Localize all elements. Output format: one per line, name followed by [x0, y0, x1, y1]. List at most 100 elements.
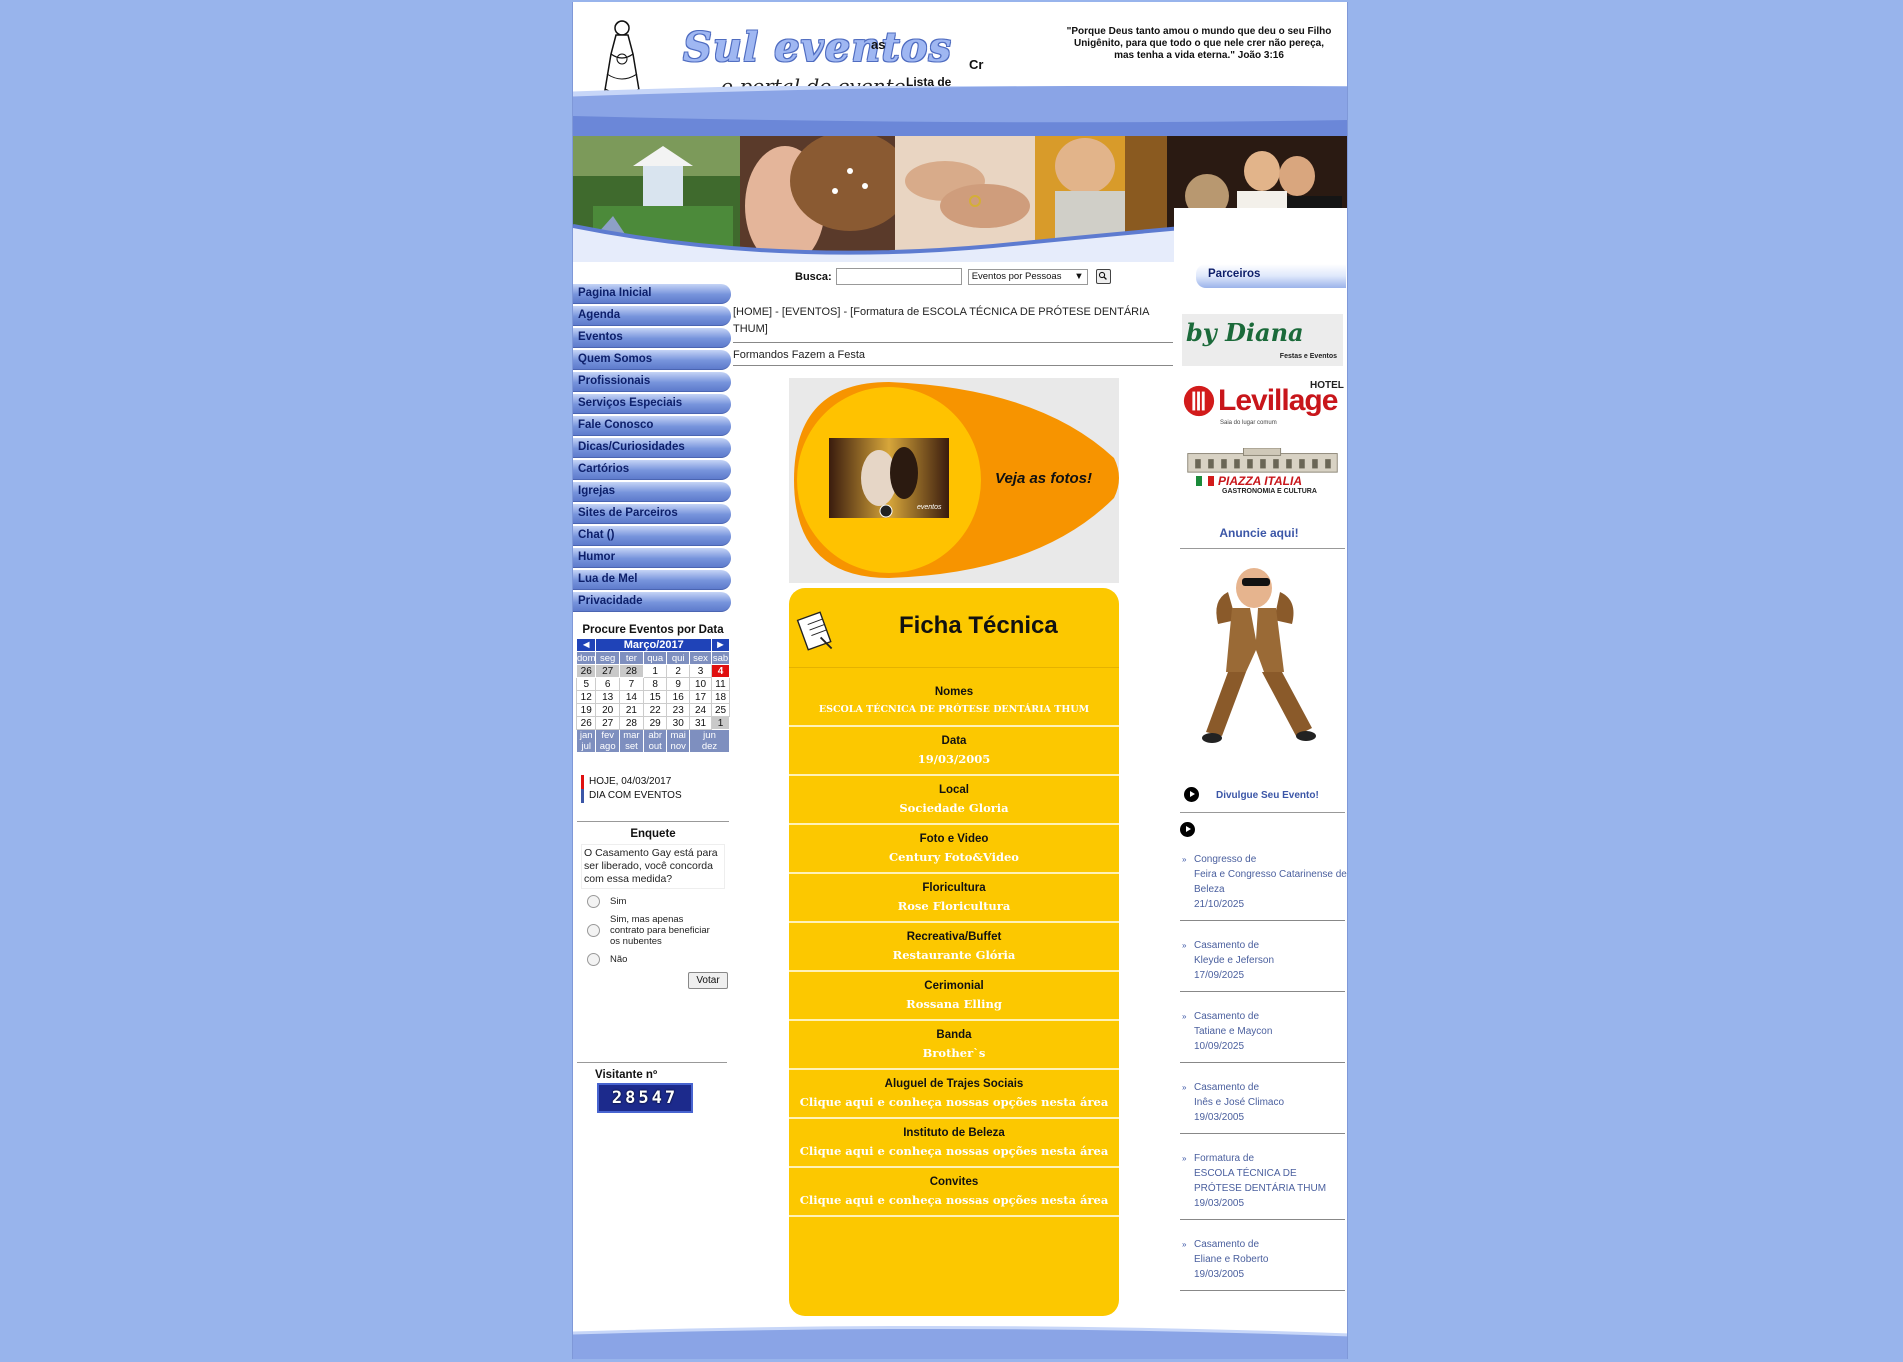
technical-field-value[interactable]: Rose Floricultura — [789, 897, 1119, 915]
calendar-day[interactable]: 19 — [575, 703, 597, 717]
month-link-bottom[interactable]: out — [644, 741, 666, 752]
breadcrumb-home[interactable]: [HOME] — [733, 306, 772, 318]
calendar-day[interactable]: 27 — [595, 716, 620, 730]
vote-button[interactable]: Votar — [688, 972, 728, 989]
calendar-next-icon[interactable]: ► — [711, 638, 730, 652]
recent-event-link[interactable]: Casamento de Inês e José Climaco 19/03/200… — [1194, 1080, 1347, 1125]
recent-event-item[interactable]: » Formatura de ESCOLA TÉCNICA DE PRÓTESE D… — [1182, 1151, 1347, 1211]
calendar-day[interactable]: 18 — [711, 690, 730, 704]
nav-item-humor[interactable]: Humor — [573, 548, 731, 568]
technical-field-value[interactable]: Clique aqui e conheça nossas opções nest… — [789, 1093, 1119, 1111]
calendar-day[interactable]: 9 — [666, 677, 691, 691]
calendar-day[interactable]: 21 — [618, 703, 644, 717]
calendar-day[interactable]: 1 — [711, 716, 730, 730]
month-link-top[interactable]: mar — [620, 730, 643, 741]
play-icon[interactable] — [1180, 822, 1195, 837]
calendar-day[interactable]: 5 — [575, 677, 597, 691]
calendar-day[interactable]: 7 — [618, 677, 644, 691]
radio-button[interactable] — [587, 895, 600, 908]
ad-piazza-italia[interactable]: PIAZZA ITALIA GASTRONOMIA E CULTURA — [1182, 448, 1343, 500]
recent-event-link[interactable]: Congresso de Feira e Congresso Catarinens… — [1194, 852, 1347, 912]
ad-by-diana[interactable]: by Diana Festas e Eventos — [1182, 314, 1343, 366]
calendar-day[interactable]: 26 — [575, 716, 597, 730]
technical-field-value[interactable]: Rossana Elling — [789, 995, 1119, 1013]
calendar-month-link[interactable]: mai nov — [666, 729, 691, 753]
month-link-top[interactable]: fev — [596, 730, 618, 741]
calendar-day[interactable]: 15 — [642, 690, 668, 704]
calendar-prev-icon[interactable]: ◄ — [575, 638, 597, 652]
calendar-day[interactable]: 17 — [689, 690, 712, 704]
technical-field-value[interactable]: Brother`s — [789, 1044, 1119, 1062]
site-logo[interactable]: Sul eventos — [683, 24, 952, 71]
calendar-month-link[interactable]: abr out — [642, 729, 668, 753]
month-link-bottom[interactable]: dez — [690, 741, 729, 752]
nav-item-dicas-curiosidades[interactable]: Dicas/Curiosidades — [573, 438, 731, 458]
technical-field-value[interactable]: Restaurante Glória — [789, 946, 1119, 964]
technical-field-value[interactable]: 19/03/2005 — [789, 750, 1119, 768]
advertise-link[interactable]: Anuncie aqui! — [1174, 526, 1344, 540]
month-link-top[interactable]: jun — [690, 730, 729, 741]
month-link-bottom[interactable]: set — [620, 741, 643, 752]
poll-option[interactable]: Não — [587, 953, 729, 966]
calendar-day[interactable]: 31 — [689, 716, 712, 730]
month-link-bottom[interactable]: nov — [667, 741, 689, 752]
radio-button[interactable] — [587, 924, 600, 937]
nav-item-quem-somos[interactable]: Quem Somos — [573, 350, 731, 370]
nav-item-chat[interactable]: Chat () — [573, 526, 731, 546]
technical-field-value[interactable]: Century Foto&Video — [789, 848, 1119, 866]
radio-button[interactable] — [587, 953, 600, 966]
month-link-top[interactable]: abr — [644, 730, 666, 741]
calendar-day[interactable]: 13 — [595, 690, 620, 704]
calendar-day[interactable]: 28 — [618, 716, 644, 730]
technical-field-value[interactable]: ESCOLA TÉCNICA DE PRÓTESE DENTÁRIA THUM — [789, 701, 1119, 719]
calendar-day[interactable]: 14 — [618, 690, 644, 704]
recent-event-link[interactable]: Casamento de Tatiane e Maycon 10/09/2025 — [1194, 1009, 1347, 1054]
breadcrumb-events[interactable]: [EVENTOS] — [782, 306, 840, 318]
promote-event-link[interactable]: Divulgue Seu Evento! — [1216, 790, 1319, 801]
recent-event-item[interactable]: » Congresso de Feira e Congresso Catarinen… — [1182, 852, 1347, 912]
nav-item-igrejas[interactable]: Igrejas — [573, 482, 731, 502]
calendar-day[interactable]: 28 — [618, 664, 644, 678]
calendar-day[interactable]: 12 — [575, 690, 597, 704]
ad-levillage[interactable]: HOTEL Levillage Saia do lugar comum — [1182, 378, 1344, 434]
calendar-day[interactable]: 24 — [689, 703, 712, 717]
calendar-day[interactable]: 20 — [595, 703, 620, 717]
recent-event-item[interactable]: » Casamento de Inês e José Climaco 19/03/20… — [1182, 1080, 1347, 1125]
nav-item-privacidade[interactable]: Privacidade — [573, 592, 731, 612]
calendar-month-link[interactable]: mar set — [618, 729, 644, 753]
calendar-day[interactable]: 25 — [711, 703, 730, 717]
search-input[interactable] — [835, 268, 962, 285]
recent-event-link[interactable]: Formatura de ESCOLA TÉCNICA DE PRÓTESE DE… — [1194, 1151, 1347, 1211]
calendar-day[interactable]: 1 — [642, 664, 668, 678]
recent-event-link[interactable]: Casamento de Eliane e Roberto 19/03/2005 — [1194, 1237, 1347, 1282]
nav-item-cart-rios[interactable]: Cartórios — [573, 460, 731, 480]
calendar-month-link[interactable]: fev ago — [595, 729, 620, 753]
calendar-day[interactable]: 30 — [666, 716, 691, 730]
month-link-top[interactable]: jan — [577, 730, 595, 741]
calendar-day[interactable]: 27 — [595, 664, 620, 678]
recent-event-item[interactable]: » Casamento de Kleyde e Jeferson 17/09/2025 — [1182, 938, 1347, 983]
month-link-top[interactable]: mai — [667, 730, 689, 741]
calendar-day[interactable]: 11 — [711, 677, 730, 691]
nav-item-fale-conosco[interactable]: Fale Conosco — [573, 416, 731, 436]
nav-item-eventos[interactable]: Eventos — [573, 328, 731, 348]
search-type-select[interactable]: Eventos por Pessoas ▼ — [967, 268, 1088, 285]
technical-field-value[interactable]: Sociedade Gloria — [789, 799, 1119, 817]
calendar-day[interactable]: 22 — [642, 703, 668, 717]
month-link-bottom[interactable]: ago — [596, 741, 618, 752]
calendar-day[interactable]: 8 — [642, 677, 668, 691]
technical-field-value[interactable]: Clique aqui e conheça nossas opções nest… — [789, 1191, 1119, 1209]
nav-item-lua-de-mel[interactable]: Lua de Mel — [573, 570, 731, 590]
calendar-month-link[interactable]: jun dez — [689, 729, 730, 753]
poll-option[interactable]: Sim, mas apenas contrato para beneficiar… — [587, 914, 729, 947]
calendar-day[interactable]: 6 — [595, 677, 620, 691]
nav-item-agenda[interactable]: Agenda — [573, 306, 731, 326]
poll-option[interactable]: Sim — [587, 895, 729, 908]
calendar-day[interactable]: 10 — [689, 677, 712, 691]
nav-item-profissionais[interactable]: Profissionais — [573, 372, 731, 392]
calendar-day[interactable]: 2 — [666, 664, 691, 678]
play-icon[interactable] — [1184, 787, 1199, 802]
nav-item-pagina-inicial[interactable]: Pagina Inicial — [573, 284, 731, 304]
nav-item-sites-de-parceiros[interactable]: Sites de Parceiros — [573, 504, 731, 524]
recent-event-item[interactable]: » Casamento de Tatiane e Maycon 10/09/2025 — [1182, 1009, 1347, 1054]
